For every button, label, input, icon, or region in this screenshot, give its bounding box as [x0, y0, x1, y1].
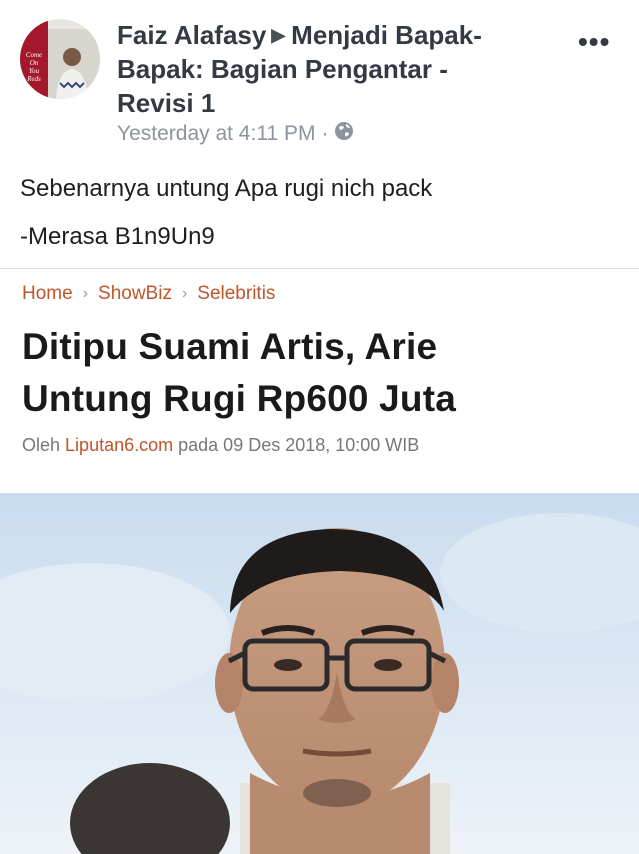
- breadcrumb: Home › ShowBiz › Selebritis: [22, 283, 275, 305]
- article-byline: Oleh Liputan6.com pada 09 Des 2018, 10:0…: [22, 435, 419, 456]
- byline-source: Liputan6.com: [65, 435, 174, 455]
- post-meta: Yesterday at 4:11 PM ·: [117, 121, 354, 147]
- post-header: Come On You Reds Faiz Alafasy ▶ Menjadi Ba…: [0, 0, 639, 160]
- avatar-image: Come On You Reds: [20, 19, 100, 99]
- chevron-right-icon: ›: [82, 285, 89, 302]
- avatar-badge-text-1: Come: [26, 51, 42, 59]
- group-name-line1[interactable]: Menjadi Bapak-: [291, 20, 482, 50]
- author-name[interactable]: Faiz Alafasy: [117, 20, 266, 50]
- avatar-badge-text-2: On: [30, 59, 39, 67]
- post-text-line1: Sebenarnya untung Apa rugi nich pack: [20, 175, 433, 202]
- headline-line1: Ditipu Suami Artis, Arie: [22, 326, 438, 367]
- chevron-right-icon: ›: [181, 285, 188, 302]
- group-name-line2[interactable]: Bapak: Bagian Pengantar -: [117, 54, 448, 84]
- article-photo: [0, 493, 639, 854]
- timestamp[interactable]: Yesterday at 4:11 PM: [117, 122, 315, 146]
- avatar-badge-text-3: You: [29, 67, 40, 75]
- globe-icon[interactable]: [334, 121, 354, 147]
- breadcrumb-home: Home: [22, 283, 73, 304]
- headline-line2: Untung Rugi Rp600 Juta: [22, 378, 457, 419]
- breadcrumb-showbiz: ShowBiz: [98, 283, 172, 304]
- breadcrumb-selebritis: Selebritis: [197, 283, 276, 304]
- group-name-line3[interactable]: Revisi 1: [117, 88, 215, 118]
- byline-prefix: Oleh: [22, 435, 61, 455]
- post-title: Faiz Alafasy ▶ Menjadi Bapak- Bapak: Bagia…: [117, 18, 547, 120]
- meta-separator: ·: [321, 122, 329, 145]
- article-headline: Ditipu Suami Artis, Arie Untung Rugi Rp6…: [22, 321, 622, 425]
- post-text-line2: -Merasa B1n9Un9: [20, 223, 215, 250]
- more-options-icon[interactable]: •••: [578, 26, 610, 58]
- byline-date: pada 09 Des 2018, 10:00 WIB: [178, 435, 420, 455]
- triangle-right-icon: ▶: [271, 25, 286, 45]
- avatar[interactable]: Come On You Reds: [20, 19, 100, 99]
- shared-article-image[interactable]: Home › ShowBiz › Selebritis Ditipu Suami…: [0, 269, 639, 854]
- avatar-badge-text-4: Reds: [26, 75, 41, 83]
